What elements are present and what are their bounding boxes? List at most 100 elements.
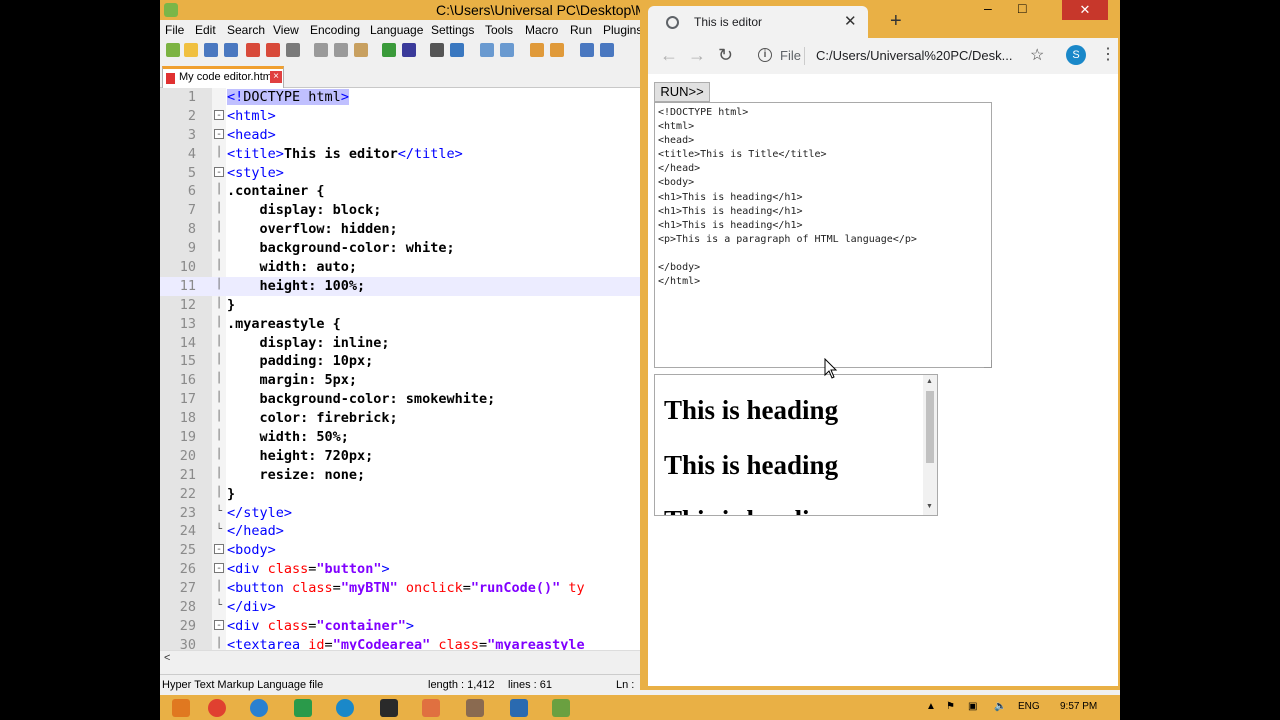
redo-icon[interactable] [402,43,416,57]
paste-icon[interactable] [354,43,368,57]
menu-plugins[interactable]: Plugins [603,23,642,37]
npp-tab-bar: My code editor.html × [160,64,642,88]
scroll-thumb[interactable] [926,391,934,463]
code-line: 22 │ } [160,485,642,504]
run-button[interactable]: RUN>> [654,82,710,102]
menu-encoding[interactable]: Encoding [310,23,360,37]
files-icon[interactable] [510,699,528,717]
notepadpp-taskbar-icon[interactable] [552,699,570,717]
save-icon[interactable] [204,43,218,57]
volume-icon[interactable]: 🔈 [994,701,1006,712]
new-file-icon[interactable] [166,43,180,57]
fold-line-icon: │ [215,486,223,498]
input-language[interactable]: ENG [1018,701,1040,712]
flag-icon[interactable]: ⚑ [946,701,955,712]
code-line: 20 │ height: 720px; [160,447,642,466]
cut-icon[interactable] [314,43,328,57]
chrome-icon[interactable] [336,699,354,717]
back-icon[interactable]: ← [660,45,678,66]
fold-toggle-icon[interactable]: - [214,128,224,139]
browser-tab[interactable]: This is editor ✕ [648,6,868,38]
reload-icon[interactable]: ↻ [718,45,733,66]
profile-avatar[interactable]: S [1066,45,1086,65]
clock[interactable]: 9:57 PM [1060,701,1097,712]
line-number: 3 [187,126,196,143]
menu-settings[interactable]: Settings [431,23,474,37]
scroll-up-icon[interactable]: ▲ [926,378,933,385]
copy-icon[interactable] [334,43,348,57]
internet-explorer-icon[interactable] [250,699,268,717]
address-bar[interactable]: i File C:/Users/Universal%20PC/Desk... [748,43,1018,69]
menu-file[interactable]: File [165,23,184,37]
menu-macro[interactable]: Macro [525,23,558,37]
scroll-down-icon[interactable]: ▼ [926,503,933,510]
word-wrap-icon[interactable] [580,43,594,57]
scroll-left-icon[interactable]: < [164,652,170,664]
menu-tools[interactable]: Tools [485,23,513,37]
excel-icon[interactable] [294,699,312,717]
window-close-icon[interactable]: ✕ [1062,0,1108,20]
bookmark-star-icon[interactable]: ☆ [1030,45,1044,65]
menu-search[interactable]: Search [227,23,265,37]
fold-toggle-icon[interactable]: - [214,619,224,630]
code-editor[interactable]: 1 <!DOCTYPE html> 2 - <html> 3 - <head> … [160,88,642,650]
minimize-icon[interactable]: – [984,0,992,16]
fold-line-icon: │ [215,335,223,347]
replace-icon[interactable] [450,43,464,57]
menu-view[interactable]: View [273,23,299,37]
line-number: 19 [179,429,196,446]
code-text: height: 720px; [227,447,374,464]
fold-toggle-icon[interactable]: - [214,109,224,120]
preview-scrollbar[interactable]: ▲ ▼ [923,375,937,515]
info-icon[interactable]: i [758,48,772,62]
find-icon[interactable] [430,43,444,57]
archive-icon[interactable] [466,699,484,717]
menu-run[interactable]: Run [570,23,592,37]
sync-h-icon[interactable] [550,43,564,57]
undo-icon[interactable] [382,43,396,57]
resize-grip-icon[interactable] [984,360,992,368]
code-textarea[interactable]: <!DOCTYPE html> <html> <head> <title>Thi… [654,102,992,368]
close-all-icon[interactable] [266,43,280,57]
sync-v-icon[interactable] [530,43,544,57]
close-file-icon[interactable] [246,43,260,57]
fold-toggle-icon[interactable]: - [214,166,224,177]
line-number: 22 [179,485,196,502]
fold-line-icon: │ [215,184,223,196]
code-text: overflow: hidden; [227,221,398,238]
kebab-menu-icon[interactable]: ⋮ [1100,44,1116,64]
print-icon[interactable] [286,43,300,57]
tab-my-code-editor[interactable]: My code editor.html × [162,66,284,88]
line-number: 25 [179,542,196,559]
dreamweaver-icon[interactable] [380,699,398,717]
vlc-icon[interactable] [172,699,190,717]
fold-toggle-icon[interactable]: - [214,544,224,555]
line-number: 29 [179,617,196,634]
close-tab-icon[interactable]: × [270,71,282,83]
zoom-in-icon[interactable] [480,43,494,57]
status-ln: Ln : [616,679,635,691]
fold-line-icon: │ [215,467,223,479]
app-icon[interactable] [422,699,440,717]
open-file-icon[interactable] [184,43,198,57]
zoom-out-icon[interactable] [500,43,514,57]
tab-label: My code editor.html [179,71,275,83]
forward-icon[interactable]: → [688,45,706,66]
new-tab-icon[interactable]: + [890,10,902,33]
tray-chevron-icon[interactable]: ▲ [926,701,936,712]
line-number: 5 [187,164,196,181]
maximize-icon[interactable]: □ [1018,0,1026,16]
fold-toggle-icon[interactable]: - [214,563,224,574]
menu-language[interactable]: Language [370,23,423,37]
network-icon[interactable]: ▣ [968,701,977,712]
menu-edit[interactable]: Edit [195,23,216,37]
firefox-icon[interactable] [208,699,226,717]
windows-taskbar: ▲ ⚑ ▣ 🔈 ENG 9:57 PM [160,695,1120,720]
npp-title-bar[interactable]: C:\Users\Universal PC\Desktop\M [160,0,647,20]
horizontal-scrollbar[interactable]: < [160,650,642,666]
show-all-chars-icon[interactable] [600,43,614,57]
save-all-icon[interactable] [224,43,238,57]
close-tab-icon[interactable]: ✕ [844,12,857,30]
code-text: } [227,296,236,313]
code-line: 10 │ width: auto; [160,258,642,277]
